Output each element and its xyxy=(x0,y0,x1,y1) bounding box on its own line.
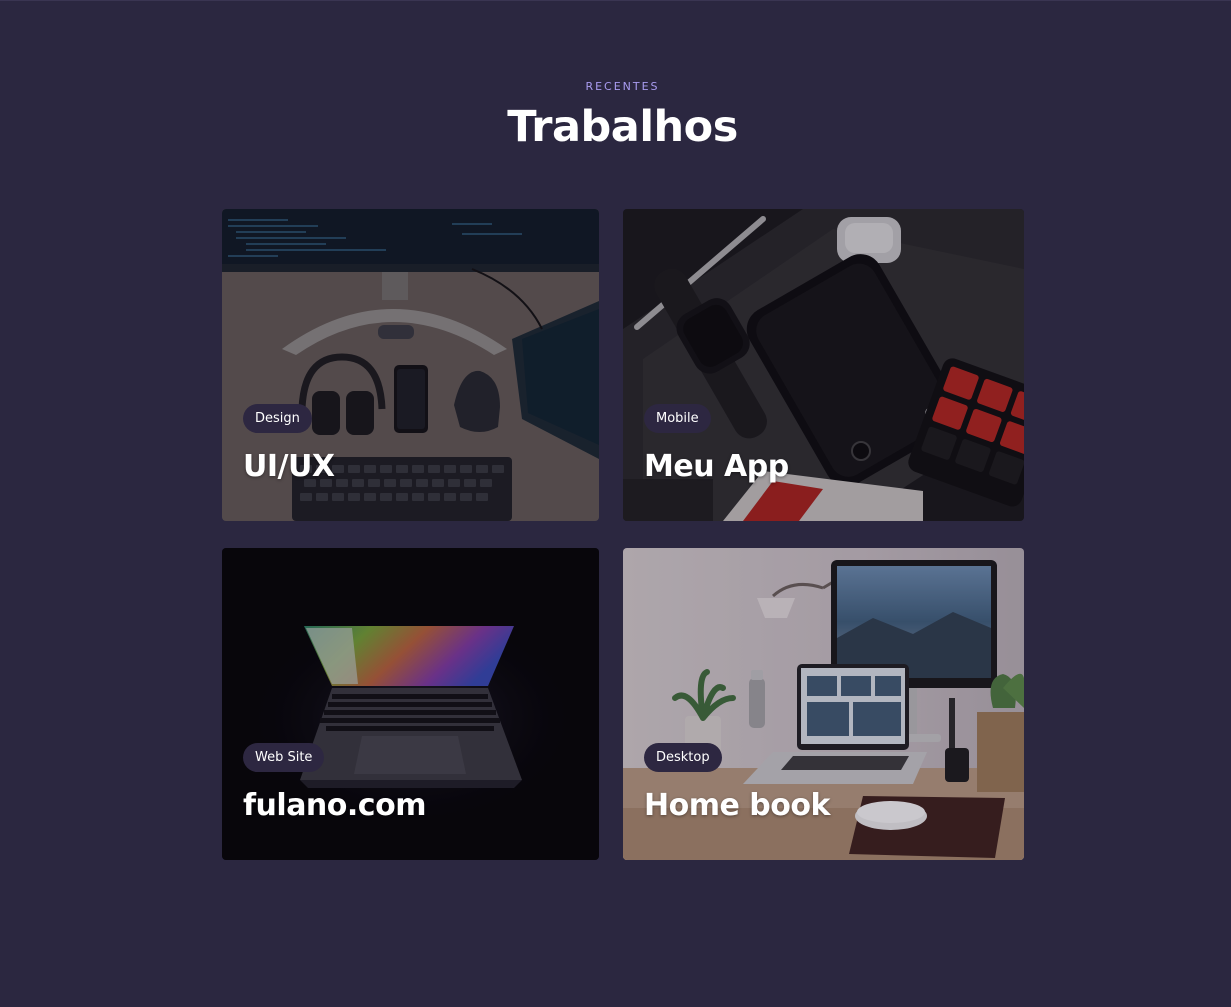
project-card-home-book[interactable]: Desktop Home book xyxy=(623,548,1024,860)
top-divider xyxy=(0,0,1231,1)
category-tag: Mobile xyxy=(644,404,711,433)
project-card-meu-app[interactable]: Mobile Meu App xyxy=(623,209,1024,521)
project-title: Home book xyxy=(644,788,830,823)
project-card-ui-ux[interactable]: Design UI/UX xyxy=(222,209,599,521)
category-tag: Design xyxy=(243,404,312,433)
project-title: Meu App xyxy=(644,449,789,484)
section-header: RECENTES Trabalhos xyxy=(0,78,1231,157)
section-eyebrow: RECENTES xyxy=(585,80,660,93)
category-tag: Web Site xyxy=(243,743,325,772)
category-tag: Desktop xyxy=(644,743,722,772)
project-card-fulano-com[interactable]: Web Site fulano.com xyxy=(222,548,599,860)
project-title: fulano.com xyxy=(243,788,426,823)
project-title: UI/UX xyxy=(243,449,335,484)
section-title: Trabalhos xyxy=(507,102,738,152)
